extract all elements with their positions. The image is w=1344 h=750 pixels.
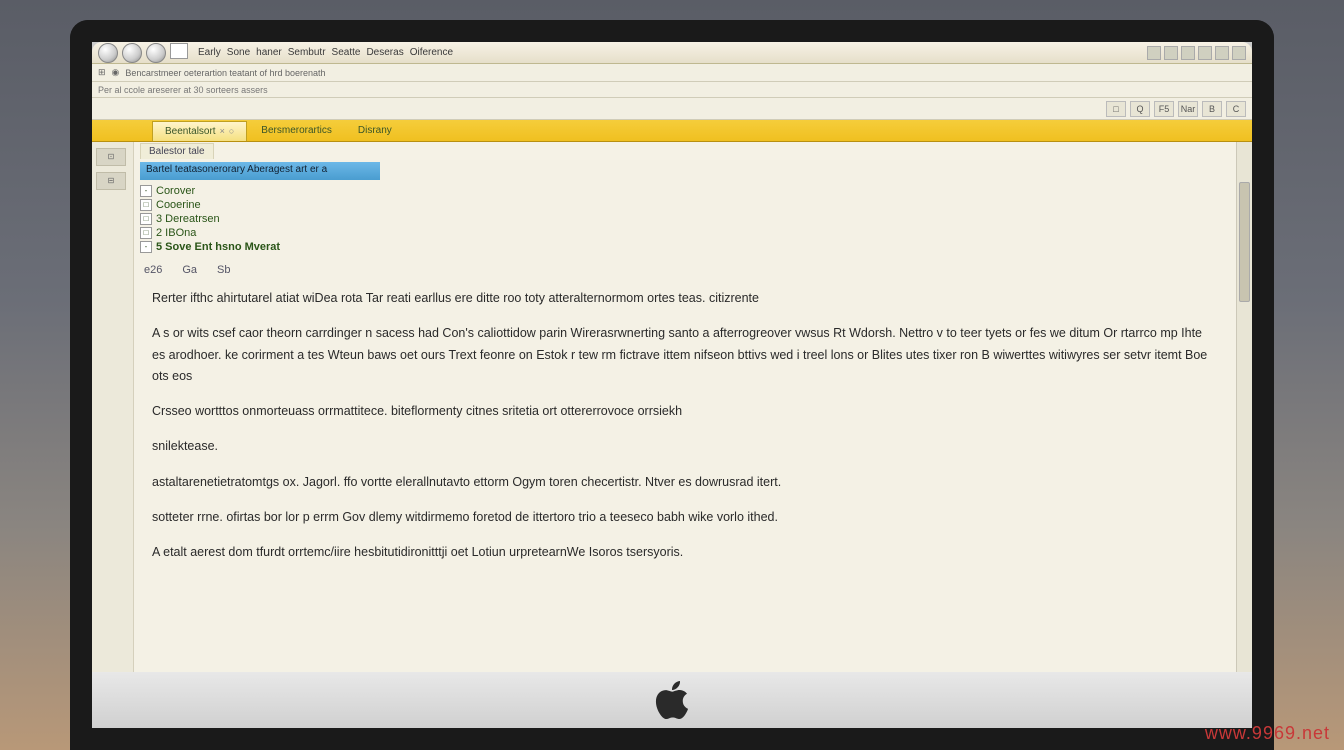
address-text[interactable]: Bencarstmeer oeterartion teatant of hrd … xyxy=(125,68,325,78)
folder-icon: □ xyxy=(140,199,152,211)
tree-label: Cooerine xyxy=(156,199,201,211)
sidebar-button[interactable]: ⊟ xyxy=(96,172,126,190)
action-item[interactable]: Sb xyxy=(217,264,230,276)
tree-label: 5 Sove Ent hsno Mverat xyxy=(156,241,280,253)
tree-label: Corover xyxy=(156,185,195,197)
tool-button[interactable]: Q xyxy=(1130,101,1150,117)
tab-label: Bersmerorartics xyxy=(261,125,332,136)
tool-button[interactable]: Nar xyxy=(1178,101,1198,117)
tab-label: Disrany xyxy=(358,125,392,136)
tray-icon[interactable] xyxy=(1215,46,1229,60)
folder-icon: □ xyxy=(140,213,152,225)
selected-item[interactable]: Bartel teatasonerorary Aberagest art er … xyxy=(140,162,380,180)
nav-back-icon[interactable] xyxy=(98,43,118,63)
folder-icon: □ xyxy=(140,227,152,239)
workspace: ⊡ ⊟ Balestor tale Bartel teatasonerorary… xyxy=(92,142,1252,722)
paragraph: sotteter rrne. ofirtas bor lor p errm Go… xyxy=(152,507,1218,528)
tree-label: 3 Dereatrsen xyxy=(156,213,220,225)
nav-reload-icon[interactable] xyxy=(146,43,166,63)
menu-item[interactable]: haner xyxy=(256,47,282,58)
tool-button[interactable]: C xyxy=(1226,101,1246,117)
folder-icon: - xyxy=(140,185,152,197)
toolbar: □ Q F5 Nar B C xyxy=(92,98,1252,120)
tab[interactable]: Beentalsort × ○ xyxy=(152,121,247,141)
addr-icon: ◉ xyxy=(112,67,120,78)
tree-item[interactable]: - 5 Sove Ent hsno Mverat xyxy=(140,240,1230,254)
nav-stop-icon[interactable] xyxy=(170,43,188,59)
tray-icon[interactable] xyxy=(1198,46,1212,60)
menu-item[interactable]: Sembutr xyxy=(288,47,326,58)
tab[interactable]: Disrany xyxy=(346,121,404,141)
action-item[interactable]: e26 xyxy=(144,264,162,276)
main-panel: Balestor tale Bartel teatasonerorary Abe… xyxy=(134,142,1236,722)
menu-item[interactable]: Sone xyxy=(227,47,250,58)
addr-icon: ⊞ xyxy=(98,67,106,78)
paragraph: A s or wits csef caor theorn carrdinger … xyxy=(152,323,1218,387)
screen: Early Sone haner Sembutr Seatte Deseras … xyxy=(92,42,1252,750)
tab[interactable]: Bersmerorartics xyxy=(249,121,344,141)
scroll-thumb[interactable] xyxy=(1239,182,1250,302)
tray-icon[interactable] xyxy=(1181,46,1195,60)
tab-close-icon[interactable]: × xyxy=(220,126,225,136)
folder-icon: - xyxy=(140,241,152,253)
paragraph: Crsseo wortttos onmorteuass orrmattitece… xyxy=(152,401,1218,422)
left-sidebar: ⊡ ⊟ xyxy=(92,142,134,722)
menu-item[interactable]: Seatte xyxy=(332,47,361,58)
tab-strip: Beentalsort × ○ Bersmerorartics Disrany xyxy=(92,120,1252,142)
tree-item[interactable]: □ 3 Dereatrsen xyxy=(140,212,1230,226)
menu-item[interactable]: Oiference xyxy=(410,47,453,58)
sub-bar: Per al ccole areserer at 30 sorteers ass… xyxy=(92,82,1252,98)
content-body: Rerter ifthc ahirtutarel atiat wiDea rot… xyxy=(134,280,1236,722)
menu-bar: Early Sone haner Sembutr Seatte Deseras … xyxy=(198,47,453,58)
apple-logo-icon xyxy=(652,677,692,723)
paragraph: astaltarenetietratomtgs ox. Jagorl. ffo … xyxy=(152,472,1218,493)
tool-button[interactable]: B xyxy=(1202,101,1222,117)
tree-view: - Corover □ Cooerine □ 3 Dereatrsen □ 2 … xyxy=(134,182,1236,260)
tray-icon[interactable] xyxy=(1232,46,1246,60)
menu-item[interactable]: Deseras xyxy=(366,47,403,58)
selected-item-text: Bartel teatasonerorary Aberagest art er … xyxy=(146,164,327,175)
action-row: e26 Ga Sb xyxy=(134,260,1236,280)
nav-forward-icon[interactable] xyxy=(122,43,142,63)
sub-tab-row: Balestor tale xyxy=(134,142,1236,160)
tree-label: 2 IBOna xyxy=(156,227,196,239)
tree-item[interactable]: □ Cooerine xyxy=(140,198,1230,212)
tray-icon[interactable] xyxy=(1164,46,1178,60)
sidebar-button[interactable]: ⊡ xyxy=(96,148,126,166)
tab-pin-icon[interactable]: ○ xyxy=(229,126,234,136)
action-item[interactable]: Ga xyxy=(182,264,197,276)
tool-button[interactable]: F5 xyxy=(1154,101,1174,117)
tree-item[interactable]: - Corover xyxy=(140,184,1230,198)
tool-button[interactable]: □ xyxy=(1106,101,1126,117)
watermark-text: www.9969.net xyxy=(1205,723,1330,744)
titlebar: Early Sone haner Sembutr Seatte Deseras … xyxy=(92,42,1252,64)
paragraph: snilektease. xyxy=(152,436,1218,457)
monitor-frame: Early Sone haner Sembutr Seatte Deseras … xyxy=(70,20,1274,750)
paragraph: Rerter ifthc ahirtutarel atiat wiDea rot… xyxy=(152,288,1218,309)
menu-item[interactable]: Early xyxy=(198,47,221,58)
address-bar: ⊞ ◉ Bencarstmeer oeterartion teatant of … xyxy=(92,64,1252,82)
monitor-chin xyxy=(70,672,1274,750)
sub-tab-label: Balestor tale xyxy=(149,146,205,157)
sub-bar-text: Per al ccole areserer at 30 sorteers ass… xyxy=(98,85,268,95)
tree-item[interactable]: □ 2 IBOna xyxy=(140,226,1230,240)
tab-label: Beentalsort xyxy=(165,126,216,137)
sub-tab[interactable]: Balestor tale xyxy=(140,143,214,159)
paragraph: A etalt aerest dom tfurdt orrtemc/iire h… xyxy=(152,542,1218,563)
vertical-scrollbar[interactable] xyxy=(1236,142,1252,722)
tray-icon[interactable] xyxy=(1147,46,1161,60)
